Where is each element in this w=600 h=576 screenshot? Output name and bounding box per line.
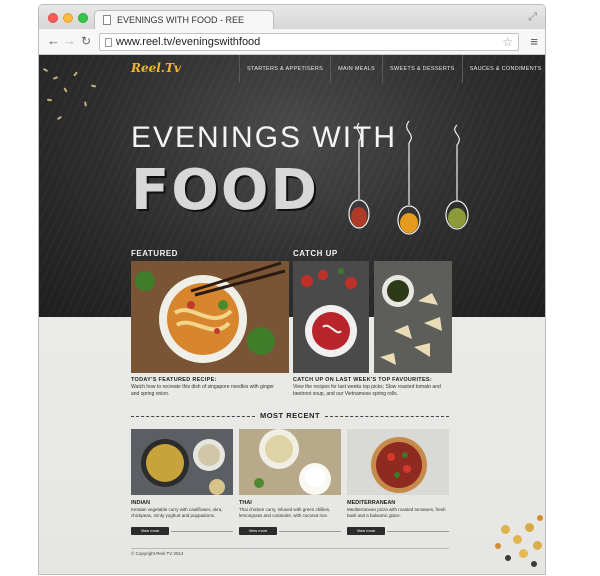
indian-text: Keralan vegetable curry with cauliflower… [131, 507, 223, 518]
nav-main-meals[interactable]: MAIN MEALS [330, 55, 382, 83]
site-header: Reel.Tv STARTERS & APPETISERS MAIN MEALS… [39, 55, 545, 83]
tab-title: EVENINGS WITH FOOD - REE [117, 15, 245, 25]
site-logo[interactable]: Reel.Tv [131, 61, 181, 75]
address-bar[interactable]: www.reel.tv/eveningswithfood ☆ [99, 33, 519, 51]
black-lentil [531, 561, 537, 567]
browser-window: EVENINGS WITH FOOD - REE ⤢ ← → ↻ www.ree… [38, 4, 546, 575]
catchup-heading: CATCH UP ON LAST WEEK'S TOP FAVOURITES: [293, 377, 433, 383]
web-page: Reel.Tv STARTERS & APPETISERS MAIN MEALS… [39, 55, 545, 574]
chickpea [533, 541, 542, 550]
red-lentil [495, 543, 501, 549]
button-rule [171, 531, 233, 532]
most-recent-divider: MOST RECENT [131, 411, 449, 421]
thai-curry-photo[interactable] [239, 429, 341, 495]
mediterranean-pizza-photo[interactable] [347, 429, 449, 495]
zoom-window-button[interactable] [78, 13, 88, 23]
hero-title-line2: FOOD [131, 158, 319, 223]
catchup-label: CATCH UP [293, 249, 338, 258]
mediterranean-view-more-button[interactable]: View more [347, 527, 385, 535]
chickpea [519, 549, 528, 558]
url-text: www.reel.tv/eveningswithfood [116, 36, 261, 48]
spring-rolls-photo[interactable] [374, 261, 452, 373]
featured-heading: TODAY'S FEATURED RECIPE: [131, 377, 217, 383]
minimize-window-button[interactable] [63, 13, 73, 23]
thai-text: Thai chicken curry, infused with green c… [239, 507, 331, 518]
tomato-soup-photo[interactable] [293, 261, 369, 373]
thai-view-more-button[interactable]: View more [239, 527, 277, 535]
page-icon [103, 15, 111, 25]
black-lentil [505, 555, 511, 561]
browser-toolbar: ← → ↻ www.reel.tv/eveningswithfood ☆ ≡ [39, 29, 545, 55]
nav-starters[interactable]: STARTERS & APPETISERS [239, 55, 330, 83]
featured-label: FEATURED [131, 249, 178, 258]
reload-icon[interactable]: ↻ [81, 34, 91, 48]
catchup-text: View the recipes for last weeks top pick… [293, 384, 441, 397]
spice-spoons-illustration [348, 120, 469, 235]
indian-view-more-button[interactable]: View more [131, 527, 169, 535]
button-rule [279, 531, 341, 532]
close-window-button[interactable] [48, 13, 58, 23]
title-bar: EVENINGS WITH FOOD - REE ⤢ [39, 5, 545, 30]
nav-sweets[interactable]: SWEETS & DESSERTS [382, 55, 462, 83]
dashed-rule [131, 416, 255, 417]
main-nav: STARTERS & APPETISERS MAIN MEALS SWEETS … [239, 55, 545, 83]
indian-title: INDIAN [131, 500, 150, 506]
chickpea [513, 535, 522, 544]
featured-text: Watch how to recreate this dish of singa… [131, 384, 274, 397]
indian-curry-photo[interactable] [131, 429, 233, 495]
most-recent-label: MOST RECENT [259, 411, 321, 420]
footer-rule [131, 548, 449, 549]
featured-noodles-photo[interactable] [131, 261, 289, 373]
dashed-rule [325, 416, 449, 417]
page-icon [105, 38, 112, 47]
forward-arrow-icon[interactable]: → [63, 34, 76, 48]
button-rule [387, 531, 449, 532]
red-lentil [537, 515, 543, 521]
back-arrow-icon[interactable]: ← [47, 34, 60, 48]
thai-title: THAI [239, 500, 252, 506]
chickpea [501, 525, 510, 534]
mediterranean-text: Mediterranean pizza with roasted tomatoe… [347, 507, 446, 518]
copyright-text: © Copyright Reel TV 2014 [131, 551, 184, 556]
nav-sauces[interactable]: SAUCES & CONDIMENTS [461, 55, 545, 83]
menu-icon[interactable]: ≡ [530, 34, 538, 49]
mediterranean-title: MEDITERRANEAN [347, 500, 396, 506]
fullscreen-icon[interactable]: ⤢ [528, 11, 537, 24]
browser-tab[interactable]: EVENINGS WITH FOOD - REE [94, 10, 274, 30]
chickpea [525, 523, 534, 532]
bookmark-star-icon[interactable]: ☆ [502, 35, 513, 49]
